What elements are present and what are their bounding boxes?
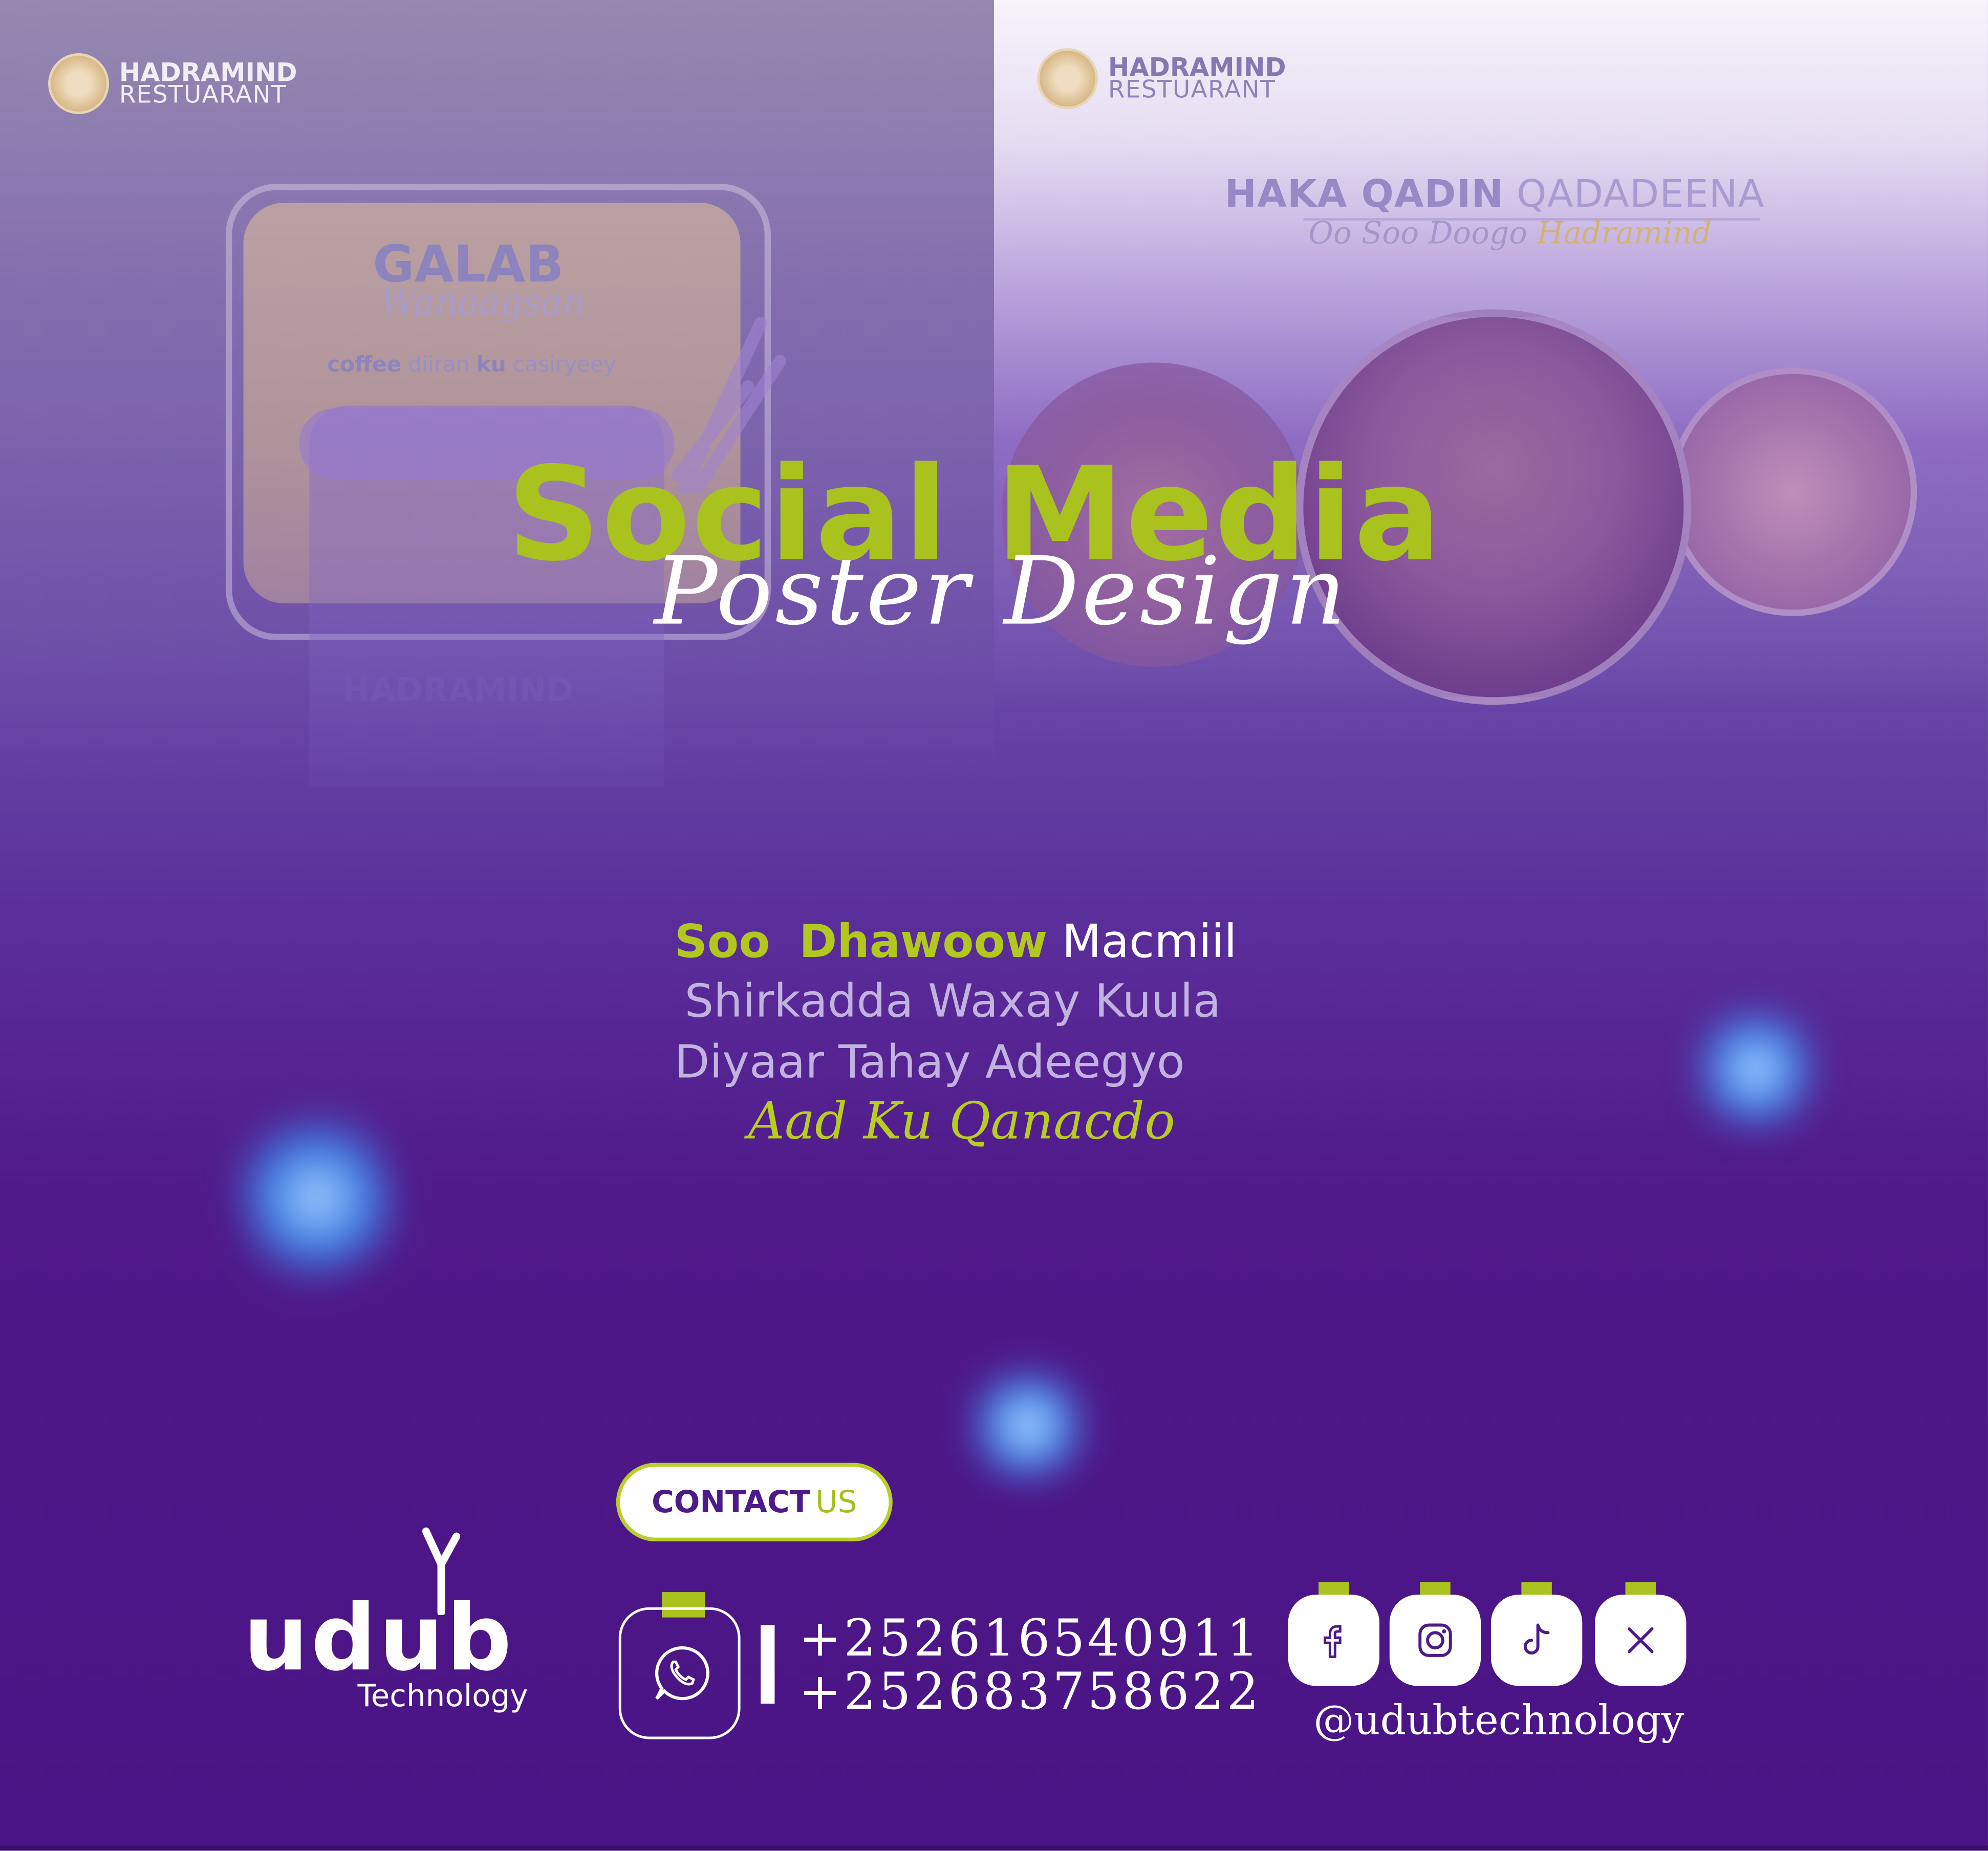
welcome-line-3: Diyaar Tahay Adeegyo	[674, 1037, 1185, 1089]
welcome-line-2: Shirkadda Waxay Kuula	[684, 976, 1221, 1028]
logo-sub: RESTUARANT	[1108, 76, 1276, 104]
x-icon	[1627, 1627, 1654, 1653]
tiktok-button[interactable]	[1490, 1595, 1583, 1686]
tagline-word: coffee	[327, 352, 402, 378]
separator-bar	[761, 1625, 775, 1704]
x-button[interactable]	[1595, 1595, 1687, 1686]
facebook-icon	[1323, 1625, 1342, 1658]
instagram-button[interactable]	[1389, 1595, 1481, 1686]
logo-name: HADRAMIND	[119, 57, 297, 88]
hero-subtitle: Poster Design	[654, 537, 1349, 647]
cup-logo: HADRAMIND	[342, 671, 574, 710]
logo-sub: RESTUARANT	[119, 81, 287, 110]
facebook-button[interactable]	[1288, 1595, 1379, 1686]
welcome-word: Soo	[674, 916, 770, 969]
tagline-word: ku	[476, 352, 506, 378]
menu-headline-bold: HAKA QADIN	[1224, 172, 1504, 217]
contact-label: US	[815, 1484, 857, 1520]
menu-script-a: Oo Soo Doogo	[1308, 215, 1528, 251]
contact-us-button[interactable]: CONTACT US	[616, 1463, 893, 1542]
whatsapp-icon	[655, 1646, 709, 1701]
dish-right	[1668, 367, 1917, 616]
menu-script-b: Hadramind	[1537, 215, 1712, 251]
logo-name: HADRAMIND	[1108, 52, 1286, 83]
bottom-border	[0, 1845, 1988, 1851]
poster: HADRAMIND RESTUARANT HADRAMIND RESTUARAN…	[0, 0, 1988, 1851]
brand-sub: Technology	[357, 1678, 528, 1714]
menu-script: Oo Soo Doogo Hadramind	[1308, 215, 1712, 251]
restaurant-seal-icon	[1037, 48, 1098, 110]
card-tagline: coffee diiran ku casiryeey	[327, 353, 616, 378]
tagline-word: diiran	[408, 352, 470, 378]
menu-headline: HAKA QADIN QADADEENA	[1225, 172, 1765, 217]
tagline-word: casiryeey	[513, 352, 616, 378]
phone-number[interactable]: +252683758622	[799, 1666, 1262, 1719]
card-script: Wanaagsan	[380, 281, 586, 323]
hadramind-logo-left: HADRAMIND RESTUARANT	[48, 53, 297, 114]
instagram-icon	[1418, 1623, 1452, 1657]
welcome-line-1: Soo Dhawoow Macmiil	[675, 915, 1237, 970]
welcome-line-4: Aad Ku Qanacdo	[748, 1093, 1175, 1151]
welcome-word: Macmiil	[1062, 916, 1237, 969]
tiktok-icon	[1523, 1623, 1550, 1654]
menu-headline-rest: QADADEENA	[1516, 172, 1765, 217]
social-handle[interactable]: @udubtechnology	[1313, 1696, 1684, 1744]
brand-name: udub	[243, 1584, 514, 1691]
blue-glow	[1699, 1009, 1813, 1130]
contact-label: CONTACT	[652, 1484, 811, 1520]
phone-numbers: +252616540911 +252683758622	[799, 1613, 1262, 1719]
restaurant-seal-icon	[48, 53, 110, 114]
hadramind-logo-right: HADRAMIND RESTUARANT	[1037, 48, 1286, 110]
blue-glow	[971, 1371, 1086, 1479]
blue-glow	[219, 1096, 415, 1300]
phone-number[interactable]: +252616540911	[799, 1613, 1262, 1666]
welcome-word: Dhawoow	[799, 916, 1048, 969]
